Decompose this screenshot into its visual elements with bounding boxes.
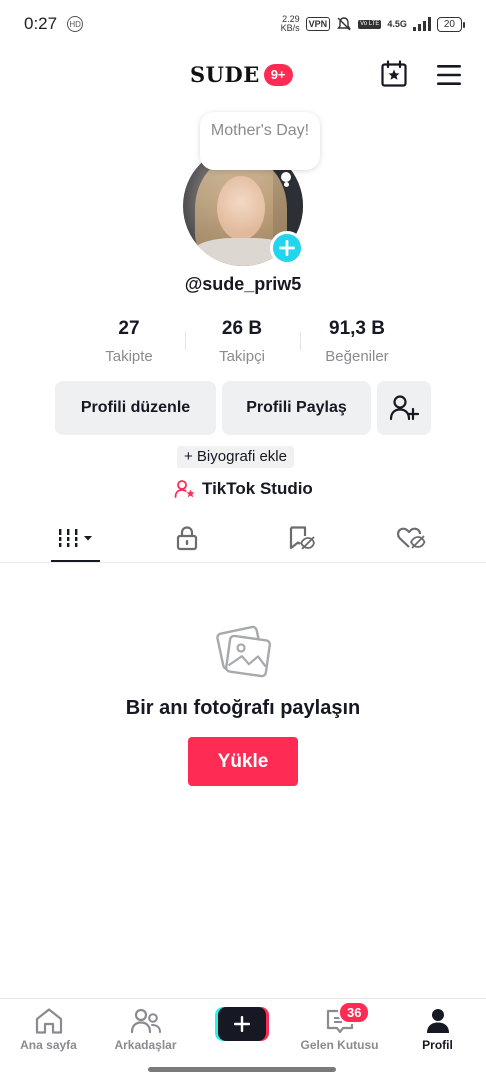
notification-badge: 9+	[263, 63, 293, 86]
nav-profile[interactable]: Profil	[389, 1007, 486, 1052]
stat-value: 91,3 B	[329, 318, 385, 339]
note-bubble-tail	[281, 172, 291, 182]
status-bar: 0:27 HD 2.29 KB/s VPN Vo LTE 4.5G 20	[0, 0, 486, 48]
photos-icon	[216, 625, 271, 678]
share-profile-button[interactable]: Profili Paylaş	[222, 381, 371, 435]
calendar-star-icon[interactable]	[380, 60, 408, 88]
username: @sude_priw5	[184, 274, 302, 294]
profile-icon	[426, 1009, 449, 1033]
nav-label: Ana sayfa	[20, 1038, 77, 1052]
empty-state-message: Bir anı fotoğrafı paylaşın	[125, 697, 361, 719]
stat-label: Beğeniler	[325, 348, 389, 365]
battery-indicator: 20	[436, 16, 466, 32]
add-bio-button[interactable]: + Biyografi ekle	[177, 446, 294, 468]
hd-icon: HD	[67, 16, 84, 32]
create-plus-icon	[234, 1016, 250, 1032]
friends-icon	[130, 1008, 161, 1034]
tiktok-studio-link[interactable]: TikTok Studio	[174, 479, 313, 499]
nav-home[interactable]: Ana sayfa	[0, 1007, 97, 1052]
add-user-icon	[389, 395, 419, 421]
account-name: SUDE	[190, 62, 260, 87]
lock-icon	[176, 526, 197, 551]
stat-likes[interactable]: 91,3 B Beğeniler	[297, 318, 417, 365]
vpn-icon: VPN	[305, 17, 331, 31]
status-time: 0:27	[24, 14, 58, 33]
volte-icon: Vo LTE	[358, 19, 382, 29]
home-indicator[interactable]	[148, 1067, 336, 1072]
edit-profile-button[interactable]: Profili düzenle	[55, 381, 216, 435]
active-tab-indicator	[51, 560, 100, 562]
nav-label: Gelen Kutusu	[300, 1038, 379, 1052]
tab-private[interactable]	[126, 514, 247, 562]
inbox-badge: 36	[338, 1001, 371, 1024]
stat-followers[interactable]: 26 B Takipçi	[182, 318, 302, 365]
note-bubble-tail-small	[284, 182, 289, 187]
signal-icon	[412, 17, 431, 31]
stat-value: 26 B	[221, 318, 263, 339]
note-bubble[interactable]: Mother's Day!	[200, 112, 320, 170]
tab-videos[interactable]	[15, 514, 136, 562]
tab-liked[interactable]	[350, 514, 471, 562]
nav-friends[interactable]: Arkadaşlar	[97, 1007, 194, 1052]
network-type: 4.5G	[387, 19, 407, 29]
account-switcher[interactable]: SUDE 9+	[190, 62, 293, 87]
tab-saved[interactable]	[240, 514, 361, 562]
network-speed: 2.29 KB/s	[280, 14, 300, 33]
videos-grid-icon	[56, 529, 92, 547]
content-tabs	[0, 514, 486, 563]
studio-label: TikTok Studio	[202, 479, 313, 498]
plus-icon	[279, 240, 295, 256]
upload-button[interactable]: Yükle	[188, 737, 298, 786]
stat-following[interactable]: 27 Takipte	[69, 318, 189, 365]
bookmark-hidden-icon	[289, 526, 315, 550]
heart-hidden-icon	[396, 527, 425, 549]
nav-label: Arkadaşlar	[114, 1038, 177, 1052]
create-button[interactable]	[215, 1007, 269, 1041]
stat-label: Takipçi	[219, 348, 265, 365]
add-friend-button[interactable]	[377, 381, 431, 435]
mute-bell-icon	[337, 17, 352, 31]
creator-star-icon	[174, 480, 195, 498]
add-story-button[interactable]	[270, 231, 304, 265]
home-icon	[35, 1008, 62, 1034]
menu-icon[interactable]	[436, 64, 462, 86]
stat-value: 27	[118, 318, 140, 339]
profile-header: SUDE 9+	[0, 52, 486, 98]
stat-label: Takipte	[105, 348, 153, 365]
nav-label: Profil	[422, 1038, 453, 1052]
profile-stats: 27 Takipte 26 B Takipçi 91,3 B Beğeniler	[0, 318, 486, 368]
